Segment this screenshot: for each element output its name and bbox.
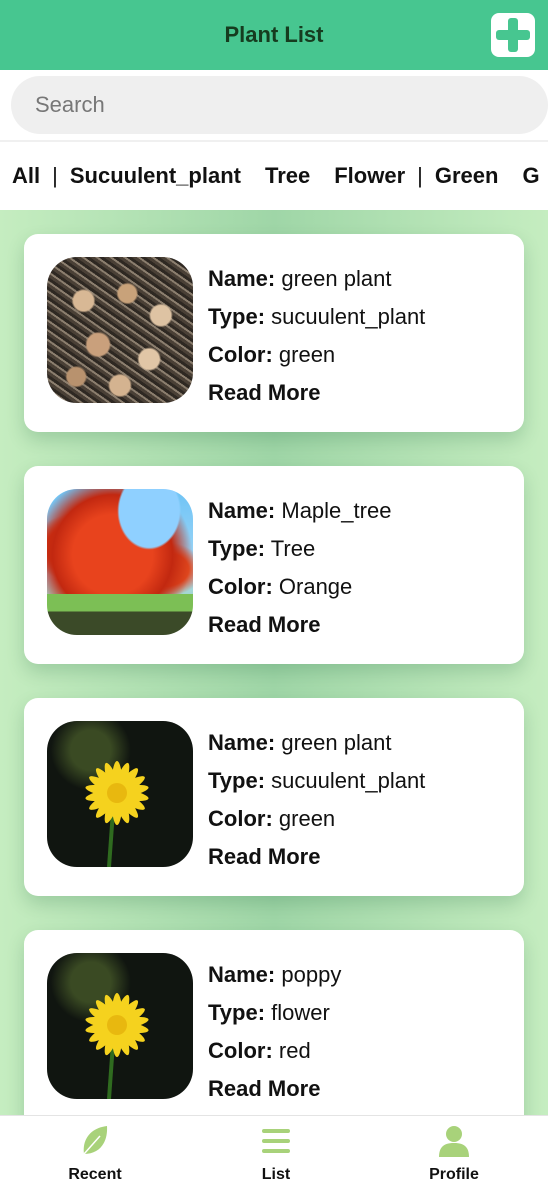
plant-color: Orange xyxy=(278,574,353,599)
plant-name: green plant xyxy=(281,266,392,291)
tab-profile-label: Profile xyxy=(429,1166,479,1183)
color-label: Color: xyxy=(208,342,273,367)
tab-profile[interactable]: Profile xyxy=(374,1116,534,1188)
type-label: Type: xyxy=(208,768,266,793)
plant-list: Name: green plant Type: sucuulent_plant … xyxy=(0,210,548,1115)
read-more-link[interactable]: Read More xyxy=(208,838,425,876)
read-more-link[interactable]: Read More xyxy=(208,374,425,412)
plant-type: sucuulent_plant xyxy=(271,304,426,329)
bottom-tab-bar: Recent List Profile xyxy=(0,1115,548,1188)
list-icon xyxy=(259,1124,293,1158)
tab-list[interactable]: List xyxy=(196,1116,356,1188)
add-plant-button[interactable] xyxy=(491,13,535,57)
tab-recent-label: Recent xyxy=(68,1166,122,1183)
read-more-link[interactable]: Read More xyxy=(208,1070,341,1108)
plant-card[interactable]: Name: green plant Type: sucuulent_plant … xyxy=(24,698,524,896)
plant-image-maple xyxy=(47,489,193,635)
type-label: Type: xyxy=(208,304,266,329)
plant-name: poppy xyxy=(281,962,342,987)
color-label: Color: xyxy=(208,1038,273,1063)
name-label: Name: xyxy=(208,962,276,987)
plant-card[interactable]: Name: Maple_tree Type: Tree Color: Orang… xyxy=(24,466,524,664)
name-label: Name: xyxy=(208,730,276,755)
plant-type: flower xyxy=(271,1000,330,1025)
tab-recent[interactable]: Recent xyxy=(15,1116,175,1188)
color-label: Color: xyxy=(208,574,273,599)
plant-type: sucuulent_plant xyxy=(271,768,426,793)
filter-separator: | xyxy=(417,163,423,188)
plant-image-yellow-daisy xyxy=(47,721,193,867)
plant-name: Maple_tree xyxy=(281,498,392,523)
plant-image-yellow-daisy xyxy=(47,953,193,1099)
search-bar xyxy=(0,70,548,140)
filter-flower[interactable]: Flower xyxy=(334,163,405,189)
plant-type: Tree xyxy=(270,536,316,561)
page-title: Plant List xyxy=(224,22,324,47)
filter-green[interactable]: Green xyxy=(435,163,499,189)
plant-card[interactable]: Name: green plant Type: sucuulent_plant … xyxy=(24,234,524,432)
leaf-icon xyxy=(78,1124,112,1158)
person-icon xyxy=(437,1124,471,1158)
name-label: Name: xyxy=(208,266,276,291)
daisy-flower-icon xyxy=(85,993,149,1099)
plant-color: green xyxy=(278,342,336,367)
color-label: Color: xyxy=(208,806,273,831)
name-label: Name: xyxy=(208,498,276,523)
read-more-link[interactable]: Read More xyxy=(208,606,391,644)
category-filter-bar: All | Sucuulent_plant Tree Flower | Gree… xyxy=(0,140,548,210)
app-header: Plant List xyxy=(0,0,548,70)
plant-card[interactable]: Name: poppy Type: flower Color: red Read… xyxy=(24,930,524,1115)
filter-separator: | xyxy=(52,163,58,188)
plant-name: green plant xyxy=(281,730,392,755)
plant-image-succulent xyxy=(47,257,193,403)
type-label: Type: xyxy=(208,1000,266,1025)
filter-more[interactable]: G xyxy=(522,163,539,189)
plant-color: green xyxy=(278,806,336,831)
tab-list-label: List xyxy=(261,1166,291,1183)
search-input[interactable] xyxy=(11,76,548,134)
type-label: Type: xyxy=(208,536,266,561)
filter-all[interactable]: All xyxy=(12,163,40,189)
daisy-flower-icon xyxy=(85,761,149,867)
filter-tree[interactable]: Tree xyxy=(265,163,310,189)
filter-succulent[interactable]: Sucuulent_plant xyxy=(70,163,241,189)
plant-color: red xyxy=(278,1038,311,1063)
